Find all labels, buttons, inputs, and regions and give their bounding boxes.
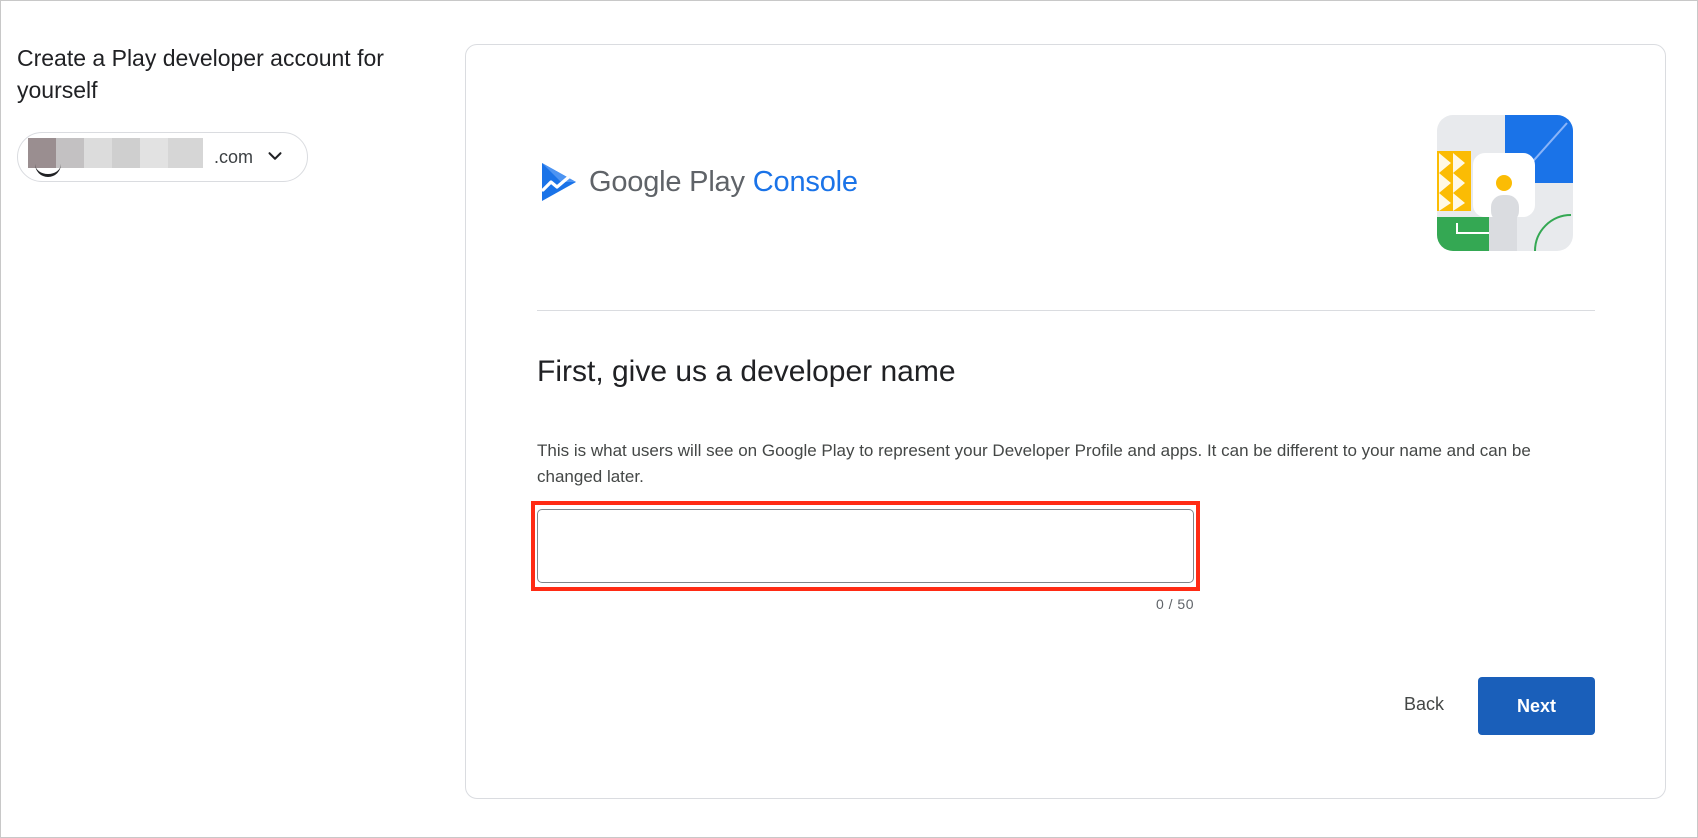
redacted-email-block [168, 138, 203, 168]
play-console-logo-icon [541, 163, 576, 201]
next-button[interactable]: Next [1478, 677, 1595, 735]
redacted-email-block [140, 138, 168, 168]
form-heading: First, give us a developer name [537, 355, 956, 388]
chevron-down-icon[interactable] [264, 145, 286, 167]
form-description: This is what users will see on Google Pl… [537, 441, 1531, 486]
redacted-email-block [84, 138, 112, 168]
divider [537, 310, 1595, 311]
back-button[interactable]: Back [1379, 676, 1469, 732]
redacted-email-block [112, 138, 140, 168]
page-title: Create a Play developer account for your… [17, 45, 384, 103]
logo-text-google-play: Google Play [589, 165, 745, 198]
developer-name-input[interactable] [537, 509, 1194, 583]
logo-text-console: Console [752, 165, 858, 198]
google-play-console-logo: Google Play Console [539, 160, 858, 204]
character-counter: 0 / 50 [1155, 596, 1194, 612]
play-console-illustration [1437, 115, 1573, 251]
signup-card: Google Play Console First, give us a dev… [465, 44, 1666, 799]
account-email-domain: .com [214, 147, 254, 167]
account-switcher[interactable]: .com [17, 132, 308, 182]
avatar [35, 163, 61, 177]
